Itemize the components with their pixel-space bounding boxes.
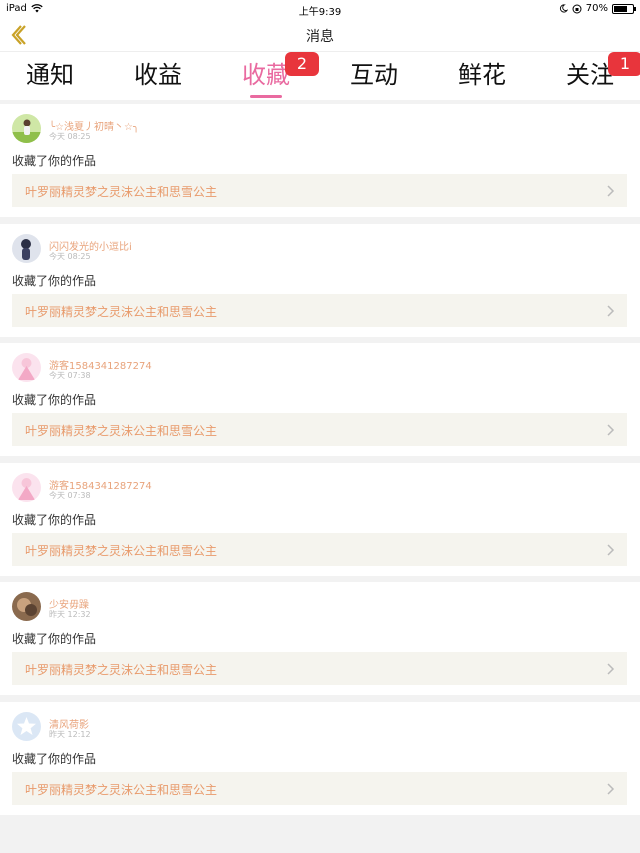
unread-badge: 2 [285,52,319,76]
work-link[interactable]: 叶罗丽精灵梦之灵沫公主和思雪公主 [12,294,627,327]
work-link[interactable]: 叶罗丽精灵梦之灵沫公主和思雪公主 [12,652,627,685]
action-text: 收藏了你的作品 [12,513,97,527]
list-item: 少安毋躁 昨天 12:32 收藏了你的作品 叶罗丽精灵梦之灵沫公主和思雪公主 [0,582,640,695]
tab-flowers[interactable]: 鲜花 [432,58,532,98]
timestamp: 今天 07:38 [49,371,91,380]
avatar[interactable] [12,114,41,143]
tab-notifications[interactable]: 通知 [0,58,100,98]
tab-label: 收藏 [242,61,290,89]
timestamp: 今天 07:38 [49,491,91,500]
work-link[interactable]: 叶罗丽精灵梦之灵沫公主和思雪公主 [12,174,627,207]
chevron-right-icon [607,305,615,317]
active-tab-indicator [250,95,282,98]
moon-icon [559,4,568,13]
work-title: 叶罗丽精灵梦之灵沫公主和思雪公主 [25,783,218,797]
tab-label: 收益 [134,61,182,89]
tab-label: 关注 [566,61,614,89]
avatar[interactable] [12,712,41,741]
battery-icon [612,3,636,14]
tab-earnings[interactable]: 收益 [108,58,208,98]
action-text: 收藏了你的作品 [12,154,97,168]
status-time: 上午9:39 [298,7,342,18]
battery-percent: 70% [585,3,608,14]
list-item: 游客1584341287274 今天 07:38 收藏了你的作品 叶罗丽精灵梦之… [0,343,640,456]
tab-follows[interactable]: 关注 1 [540,52,640,98]
work-link[interactable]: 叶罗丽精灵梦之灵沫公主和思雪公主 [12,413,627,446]
chevron-right-icon [607,424,615,436]
work-title: 叶罗丽精灵梦之灵沫公主和思雪公主 [25,663,218,677]
work-link[interactable]: 叶罗丽精灵梦之灵沫公主和思雪公主 [12,772,627,805]
avatar[interactable] [12,353,41,382]
tab-bar: 通知 收益 收藏 2 互动 鲜花 关注 1 [0,52,640,100]
work-link[interactable]: 叶罗丽精灵梦之灵沫公主和思雪公主 [12,533,627,566]
action-text: 收藏了你的作品 [12,752,97,766]
work-title: 叶罗丽精灵梦之灵沫公主和思雪公主 [25,185,218,199]
list-item: ╰☆浅夏丿初晴丶☆╮ 今天 08:25 收藏了你的作品 叶罗丽精灵梦之灵沫公主和… [0,104,640,217]
action-text: 收藏了你的作品 [12,274,97,288]
list-item: 清风荷影 昨天 12:12 收藏了你的作品 叶罗丽精灵梦之灵沫公主和思雪公主 [0,702,640,815]
action-text: 收藏了你的作品 [12,632,97,646]
unread-badge: 1 [608,52,640,76]
tab-interactions[interactable]: 互动 [324,58,424,98]
avatar[interactable] [12,592,41,621]
tab-label: 通知 [26,61,74,89]
action-text: 收藏了你的作品 [12,393,97,407]
work-title: 叶罗丽精灵梦之灵沫公主和思雪公主 [25,424,218,438]
list-item: 游客1584341287274 今天 07:38 收藏了你的作品 叶罗丽精灵梦之… [0,463,640,576]
chevron-right-icon [607,544,615,556]
tab-label: 互动 [350,61,398,89]
chevron-right-icon [607,185,615,197]
tab-label: 鲜花 [458,61,506,89]
timestamp: 今天 08:25 [49,132,91,141]
work-title: 叶罗丽精灵梦之灵沫公主和思雪公主 [25,544,218,558]
status-bar: iPad 上午9:39 70% [0,0,640,18]
list-item: 闪闪发光的小逗比i 今天 08:25 收藏了你的作品 叶罗丽精灵梦之灵沫公主和思… [0,224,640,337]
chevron-right-icon [607,663,615,675]
rotation-lock-icon [572,4,582,13]
work-title: 叶罗丽精灵梦之灵沫公主和思雪公主 [25,305,218,319]
avatar[interactable] [12,473,41,502]
chevron-right-icon [607,783,615,795]
page-title: 消息 [306,29,334,45]
tab-favorites[interactable]: 收藏 2 [216,52,319,98]
timestamp: 昨天 12:12 [49,730,91,739]
timestamp: 昨天 12:32 [49,610,91,619]
timestamp: 今天 08:25 [49,252,91,261]
avatar[interactable] [12,234,41,263]
nav-bar: 消息 [0,18,640,52]
